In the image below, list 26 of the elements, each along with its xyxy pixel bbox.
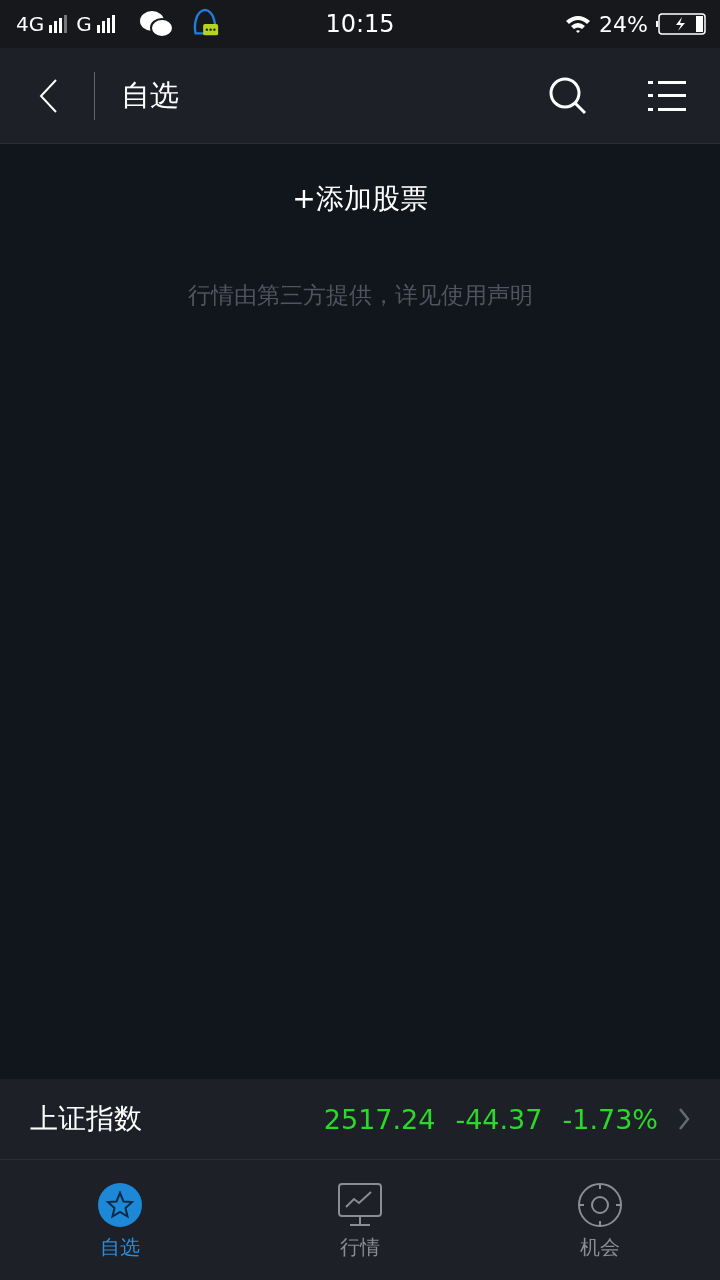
network-type: G — [76, 12, 92, 36]
target-icon — [577, 1182, 623, 1228]
tab[interactable]: 自选 — [0, 1160, 240, 1280]
signal-icon — [48, 14, 69, 34]
chevron-right-icon — [678, 1107, 690, 1131]
status-time: 10:15 — [325, 10, 395, 38]
back-button[interactable] — [38, 77, 58, 114]
index-name: 上证指数 — [30, 1101, 142, 1137]
tab[interactable]: 机会 — [480, 1160, 720, 1280]
chat-app-icon — [137, 9, 174, 39]
wifi-icon — [565, 14, 592, 34]
index-bar[interactable]: 上证指数 2517.24 -44.37 -1.73% — [0, 1079, 720, 1160]
battery-icon — [656, 13, 708, 35]
index-value: 2517.24 — [323, 1103, 436, 1135]
page-title: 自选 — [121, 76, 179, 114]
search-icon[interactable] — [548, 75, 588, 116]
battery-percent: 24% — [599, 11, 648, 37]
chart-monitor-icon — [337, 1182, 383, 1228]
index-change: -44.37 — [455, 1103, 543, 1135]
index-percent: -1.73% — [562, 1103, 658, 1135]
add-stock-button[interactable]: +添加股票 — [282, 174, 438, 224]
menu-icon[interactable] — [648, 78, 686, 113]
signal-icon — [95, 14, 116, 34]
network-type: 4G — [16, 12, 45, 36]
tab[interactable]: 行情 — [240, 1160, 480, 1280]
data-source-notice: 行情由第三方提供，详见使用声明 — [187, 281, 533, 310]
